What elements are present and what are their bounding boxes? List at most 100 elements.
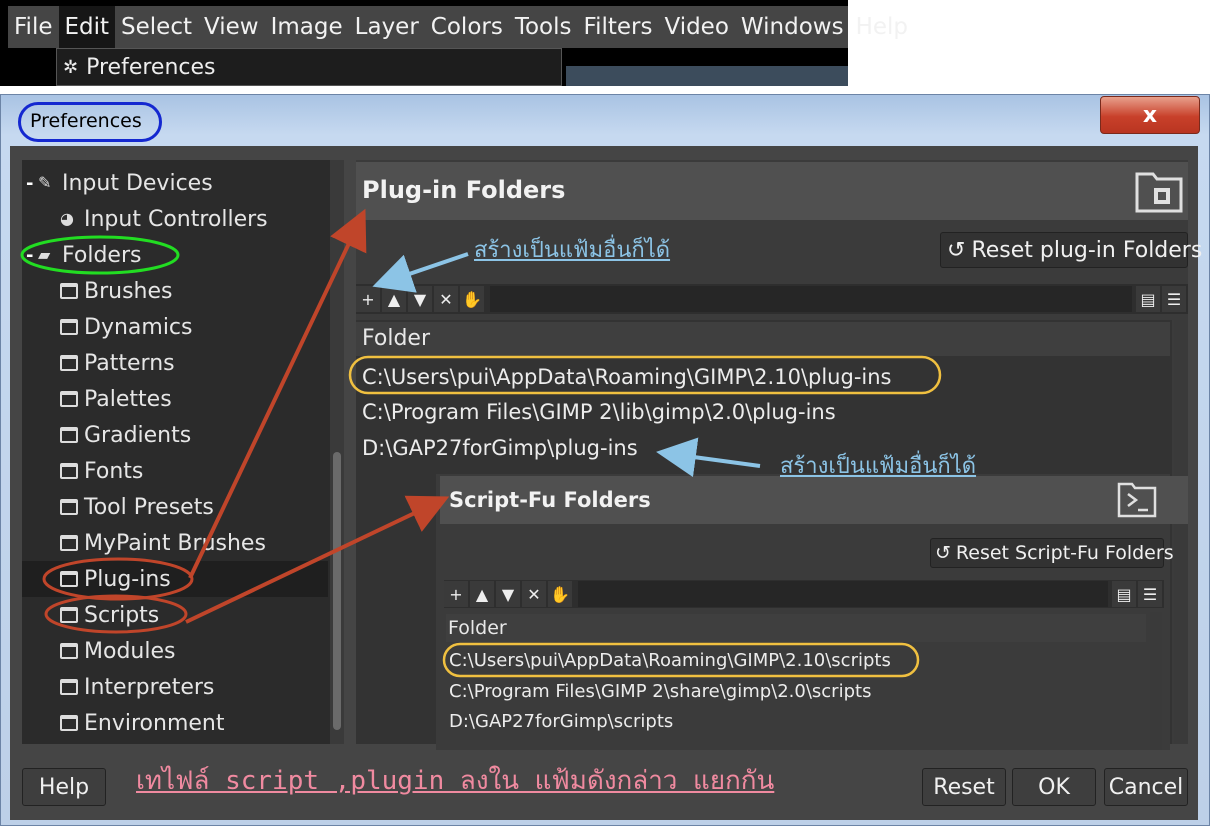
tree-item-mypaint-brushes[interactable]: MyPaint Brushes [22, 525, 328, 561]
close-icon: x [1142, 102, 1158, 128]
reset-script-fu-folders-button[interactable]: ↺ Reset Script-Fu Folders [930, 538, 1174, 568]
close-button[interactable]: x [1100, 96, 1200, 134]
annotation-note-top: สร้างเป็นแฟ้มอื่นก็ได้ [474, 238, 671, 263]
browse-folder-icon[interactable]: ▤ [1112, 581, 1136, 607]
script-list-scrollbar[interactable] [1150, 612, 1162, 750]
thumbs-down-icon[interactable]: ✋ [548, 581, 572, 607]
tree-item-label: Palettes [84, 386, 172, 412]
list-item[interactable]: C:\Program Files\GIMP 2\share\gimp\2.0\s… [449, 681, 871, 702]
tree-item-tool-presets[interactable]: Tool Presets [22, 489, 328, 525]
menu-file[interactable]: File [8, 6, 59, 48]
reset-plugin-folders-button[interactable]: ↺ Reset plug-in Folders [940, 232, 1202, 268]
tree-item-label: Folders [62, 242, 142, 268]
list-item[interactable]: C:\Users\pui\AppData\Roaming\GIMP\2.10\s… [449, 650, 891, 671]
list-item[interactable]: C:\Users\pui\AppData\Roaming\GIMP\2.10\p… [362, 365, 891, 389]
list-item[interactable]: C:\Program Files\GIMP 2\lib\gimp\2.0\plu… [362, 400, 836, 424]
input-devices-icon: ✎ [38, 173, 52, 192]
script-folder-icon [1117, 482, 1157, 518]
menu-select[interactable]: Select [115, 6, 198, 48]
tree-item-plug-ins[interactable]: Plug-ins [22, 561, 328, 597]
expander-icon[interactable]: - [26, 173, 38, 194]
thumbs-down-icon[interactable]: ✋ [460, 286, 484, 312]
help-button[interactable]: Help [22, 768, 106, 806]
list-item[interactable]: D:\GAP27forGimp\scripts [449, 711, 673, 732]
menu-windows[interactable]: Windows [735, 6, 850, 48]
tree-item-label: Interpreters [84, 674, 215, 700]
plugin-folders-toolbar: + ▲ ▼ ✕ ✋ ▤ ☰ [356, 284, 1188, 314]
annotation-note-middle: สร้างเป็นแฟ้มอื่นก็ได้ [780, 454, 977, 479]
tree-item-interpreters[interactable]: Interpreters [22, 669, 328, 705]
move-up-icon[interactable]: ▲ [470, 581, 494, 607]
tree-item-label: Scripts [84, 602, 160, 628]
tree-item-label: Brushes [84, 278, 173, 304]
move-down-icon[interactable]: ▼ [496, 581, 520, 607]
tree-item-environment[interactable]: Environment [22, 705, 328, 741]
menu-tools[interactable]: Tools [509, 6, 578, 48]
tree-item-label: Modules [84, 638, 176, 664]
folder-path-field[interactable] [490, 286, 1132, 312]
ok-button[interactable]: OK [1012, 768, 1096, 806]
folder-icon [60, 355, 78, 371]
browse-folder-icon[interactable]: ▤ [1136, 286, 1160, 312]
reset-icon: ↺ [947, 237, 966, 263]
tree-item-dynamics[interactable]: Dynamics [22, 309, 328, 345]
plugin-list-scrollbar[interactable] [1174, 320, 1188, 744]
menu-image[interactable]: Image [265, 6, 349, 48]
delete-icon[interactable]: ✕ [522, 581, 546, 607]
list-item[interactable]: D:\GAP27forGimp\plug-ins [362, 436, 638, 460]
reset-button[interactable]: Reset [922, 768, 1006, 806]
folder-icon [60, 391, 78, 407]
folder-icon [60, 679, 78, 695]
folder-icon [60, 643, 78, 659]
menu-item-preferences[interactable]: ✲ Preferences [56, 48, 562, 86]
delete-icon[interactable]: ✕ [434, 286, 458, 312]
tree-item-input-controllers[interactable]: ◕ Input Controllers [22, 201, 328, 237]
tree-item-modules[interactable]: Modules [22, 633, 328, 669]
reset-icon: ↺ [935, 542, 951, 564]
tree-item-scripts[interactable]: Scripts [22, 597, 328, 633]
tree-item-label: Plug-ins [84, 566, 171, 592]
tree-item-brushes[interactable]: Brushes [22, 273, 328, 309]
cancel-button[interactable]: Cancel [1104, 768, 1188, 806]
tree-item-gradients[interactable]: Gradients [22, 417, 328, 453]
script-fu-title: Script-Fu Folders [449, 488, 651, 512]
column-header-folder[interactable]: Folder [356, 322, 1170, 356]
tree-item-label: Gradients [84, 422, 192, 448]
tree-item-label: MyPaint Brushes [84, 530, 266, 556]
menu-filters[interactable]: Filters [578, 6, 659, 48]
folder-icon [60, 463, 78, 479]
folder-icon [60, 715, 78, 731]
folder-icon [60, 571, 78, 587]
folder-icon [60, 427, 78, 443]
tree-item-palettes[interactable]: Palettes [22, 381, 328, 417]
menu-video[interactable]: Video [658, 6, 734, 48]
tree-item-input-devices[interactable]: - ✎ Input Devices [22, 165, 328, 201]
new-folder-icon[interactable]: + [356, 286, 380, 312]
tree-item-fonts[interactable]: Fonts [22, 453, 328, 489]
new-folder-icon[interactable]: + [444, 581, 468, 607]
move-up-icon[interactable]: ▲ [382, 286, 406, 312]
tree-scrollbar-thumb[interactable] [333, 452, 341, 730]
reset-plugin-folders-label: Reset plug-in Folders [971, 237, 1203, 263]
folder-options-icon[interactable]: ☰ [1162, 286, 1186, 312]
column-header-folder[interactable]: Folder [446, 614, 1146, 642]
folder-path-field[interactable] [578, 581, 1108, 607]
tree-item-label: Fonts [84, 458, 144, 484]
move-down-icon[interactable]: ▼ [408, 286, 432, 312]
folder-options-icon[interactable]: ☰ [1138, 581, 1162, 607]
input-controllers-icon: ◕ [60, 209, 74, 228]
menu-layer[interactable]: Layer [349, 6, 425, 48]
tree-item-folders[interactable]: - ▰ Folders [22, 237, 328, 273]
annotation-note-bottom: เทไฟล์ script ,plugin ลงใน แฟ้มดังกล่าว … [136, 766, 775, 796]
folder-icon [60, 607, 78, 623]
tree-item-patterns[interactable]: Patterns [22, 345, 328, 381]
page-title: Plug-in Folders [362, 176, 566, 204]
menu-help[interactable]: Help [850, 6, 914, 48]
expander-icon[interactable]: - [26, 245, 38, 266]
menubar-strip: File Edit Select View Image Layer Colors… [8, 6, 908, 48]
menu-colors[interactable]: Colors [425, 6, 509, 48]
menu-view[interactable]: View [198, 6, 265, 48]
title-highlight-oval [18, 102, 162, 142]
menu-edit[interactable]: Edit [58, 6, 116, 48]
tree-item-label: Patterns [84, 350, 175, 376]
